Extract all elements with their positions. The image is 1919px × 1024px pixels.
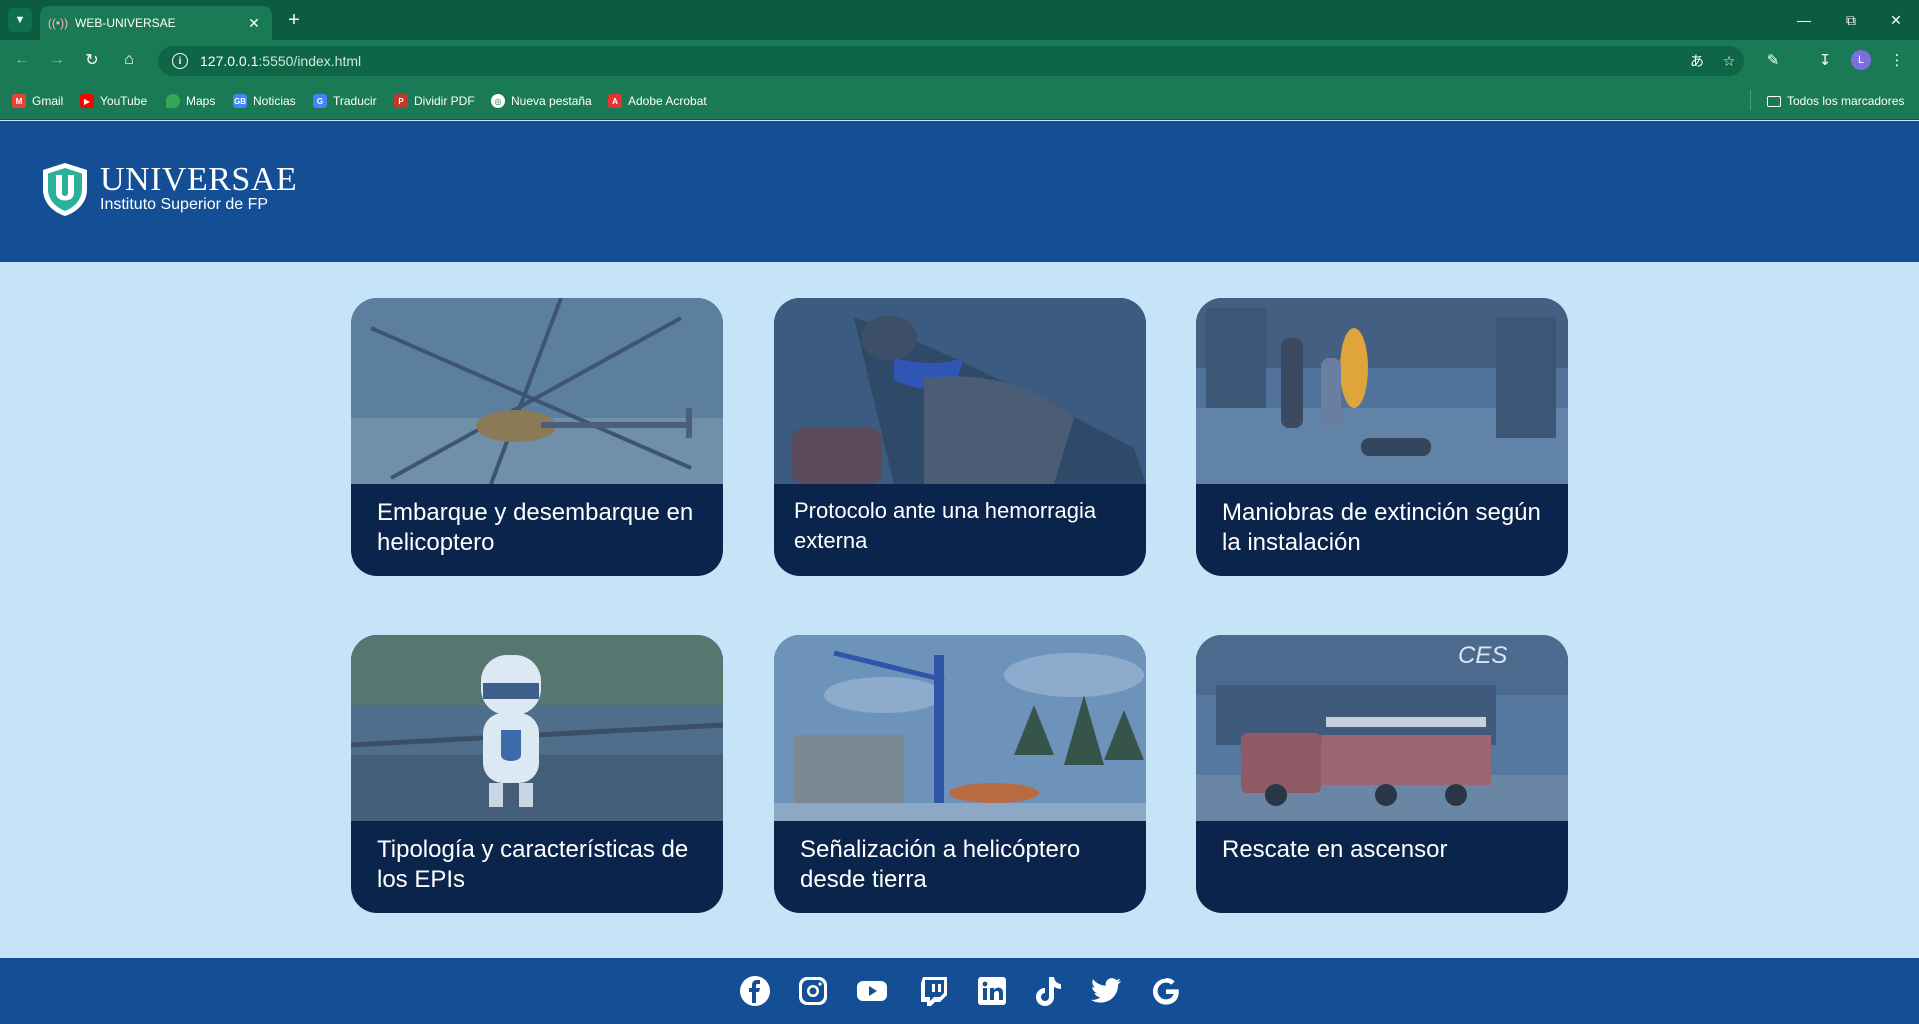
logo-subtitle: Instituto Superior de FP — [100, 196, 269, 213]
url-host: 127.0.0.1 — [200, 53, 259, 69]
new-tab-icon[interactable]: + — [282, 8, 306, 32]
course-card-elevator-rescue[interactable]: CES Rescate en ascensor — [1196, 635, 1568, 913]
all-bookmarks-label: Todos los marcadores — [1787, 94, 1905, 108]
course-title: Protocolo ante una hemorragia externa — [794, 498, 1097, 553]
course-card-epis[interactable]: Tipología y características de los EPIs — [351, 635, 723, 913]
acrobat-icon: A — [608, 94, 622, 108]
course-image-fire-truck: CES — [1196, 635, 1568, 821]
twitter-icon[interactable] — [1089, 974, 1123, 1008]
bookmark-dividir-pdf[interactable]: P Dividir PDF — [394, 92, 475, 110]
course-card-helicopter-boarding[interactable]: Embarque y desembarque en helicoptero — [351, 298, 723, 576]
course-image-robot-mascot — [351, 635, 723, 821]
svg-text:CES: CES — [1458, 642, 1507, 669]
course-title: Maniobras de extinción según la instalac… — [1222, 499, 1541, 556]
tiktok-icon[interactable] — [1031, 974, 1065, 1008]
site-info-icon[interactable]: i — [172, 53, 188, 69]
facebook-icon[interactable] — [738, 974, 772, 1008]
globe-icon: ◎ — [491, 94, 505, 108]
course-title: Señalización a helicóptero desde tierra — [800, 836, 1081, 893]
tab-search-dropdown-icon[interactable]: ▼ — [8, 8, 32, 32]
course-image-injured-person — [774, 298, 1146, 484]
bookmark-adobe-acrobat[interactable]: A Adobe Acrobat — [608, 92, 707, 110]
back-icon[interactable]: ← — [10, 48, 34, 72]
reload-icon[interactable]: ↻ — [80, 48, 104, 72]
bookmark-label: YouTube — [100, 94, 148, 108]
url-path: :5550/index.html — [258, 53, 362, 69]
pdf-icon: P — [394, 94, 408, 108]
download-icon[interactable]: ↧ — [1813, 48, 1837, 72]
translate-page-icon[interactable]: あ — [1688, 52, 1706, 70]
bookmark-maps[interactable]: Maps — [166, 92, 215, 110]
bookmark-label: Adobe Acrobat — [628, 94, 707, 108]
course-card-hemorrhage[interactable]: Protocolo ante una hemorragia externa — [774, 298, 1146, 576]
translate-icon: G — [313, 94, 327, 108]
bookmark-label: Maps — [186, 94, 216, 108]
menu-kebab-icon[interactable]: ⋮ — [1885, 48, 1909, 72]
bookmark-label: Nueva pestaña — [511, 94, 592, 108]
extensions-icon[interactable]: ✎ — [1761, 48, 1785, 72]
course-grid: Embarque y desembarque en helicoptero Pr… — [0, 262, 1919, 958]
bookmark-label: Gmail — [32, 94, 64, 108]
youtube-icon: ▶ — [80, 94, 94, 108]
site-header: UNIVERSAE Instituto Superior de FP — [0, 121, 1919, 262]
bookmark-label: Dividir PDF — [414, 94, 475, 108]
google-icon[interactable] — [1149, 974, 1183, 1008]
maps-icon — [166, 94, 180, 108]
browser-toolbar: ← → ↻ ⌂ i 127.0.0.1:5550/index.html あ ☆ … — [0, 40, 1919, 80]
all-bookmarks[interactable]: Todos los marcadores — [1767, 92, 1904, 110]
gmail-icon: M — [12, 94, 26, 108]
bookmark-label: Noticias — [253, 94, 296, 108]
course-title: Tipología y características de los EPIs — [377, 836, 689, 893]
course-title: Embarque y desembarque en helicoptero — [377, 499, 694, 556]
bookmark-youtube[interactable]: ▶ YouTube — [80, 92, 147, 110]
course-image-crane-helicopter — [774, 635, 1146, 821]
news-icon: GB — [233, 94, 247, 108]
course-card-helicopter-signaling[interactable]: Señalización a helicóptero desde tierra — [774, 635, 1146, 913]
forward-icon[interactable]: → — [45, 48, 69, 72]
tab-title: WEB-UNIVERSAE — [75, 16, 176, 30]
twitch-icon[interactable] — [917, 974, 951, 1008]
linkedin-icon[interactable] — [975, 974, 1009, 1008]
window-close-icon[interactable]: ✕ — [1874, 6, 1918, 34]
course-image-helicopter-top-view — [351, 298, 723, 484]
logo-name: UNIVERSAE — [100, 161, 298, 198]
youtube-icon[interactable] — [855, 974, 889, 1008]
bookmark-gmail[interactable]: M Gmail — [12, 92, 63, 110]
folder-icon — [1767, 95, 1781, 107]
minimize-icon[interactable]: — — [1782, 6, 1826, 34]
site-footer — [0, 958, 1919, 1024]
address-bar[interactable]: i 127.0.0.1:5550/index.html あ ☆ — [158, 46, 1744, 76]
universae-logo[interactable]: UNIVERSAE Instituto Superior de FP — [40, 161, 297, 217]
bookmark-traducir[interactable]: G Traducir — [313, 92, 377, 110]
instagram-icon[interactable] — [796, 974, 830, 1008]
bookmark-noticias[interactable]: GB Noticias — [233, 92, 296, 110]
bookmarks-bar: M Gmail ▶ YouTube Maps GB Noticias G Tra… — [0, 80, 1919, 120]
logo-text: UNIVERSAE Instituto Superior de FP — [100, 161, 298, 214]
browser-tab-active[interactable]: ((•)) WEB-UNIVERSAE ✕ — [40, 6, 272, 40]
bookmark-star-icon[interactable]: ☆ — [1720, 52, 1738, 70]
shield-logo-icon — [43, 163, 87, 216]
bookmark-label: Traducir — [333, 94, 377, 108]
profile-avatar[interactable]: L — [1851, 50, 1871, 70]
home-icon[interactable]: ⌂ — [117, 48, 141, 72]
bookmark-nueva-pestana[interactable]: ◎ Nueva pestaña — [491, 92, 592, 110]
tab-close-icon[interactable]: ✕ — [246, 15, 262, 31]
restore-icon[interactable]: ⧉ — [1829, 6, 1873, 34]
course-card-fire-extinction[interactable]: Maniobras de extinción según la instalac… — [1196, 298, 1568, 576]
course-image-office-fire — [1196, 298, 1568, 484]
browser-tabbar: ▼ ((•)) WEB-UNIVERSAE ✕ + — ⧉ ✕ — [0, 0, 1919, 40]
course-title: Rescate en ascensor — [1222, 836, 1448, 863]
bookmarks-divider — [1750, 90, 1751, 110]
broadcast-favicon-icon: ((•)) — [47, 16, 69, 30]
